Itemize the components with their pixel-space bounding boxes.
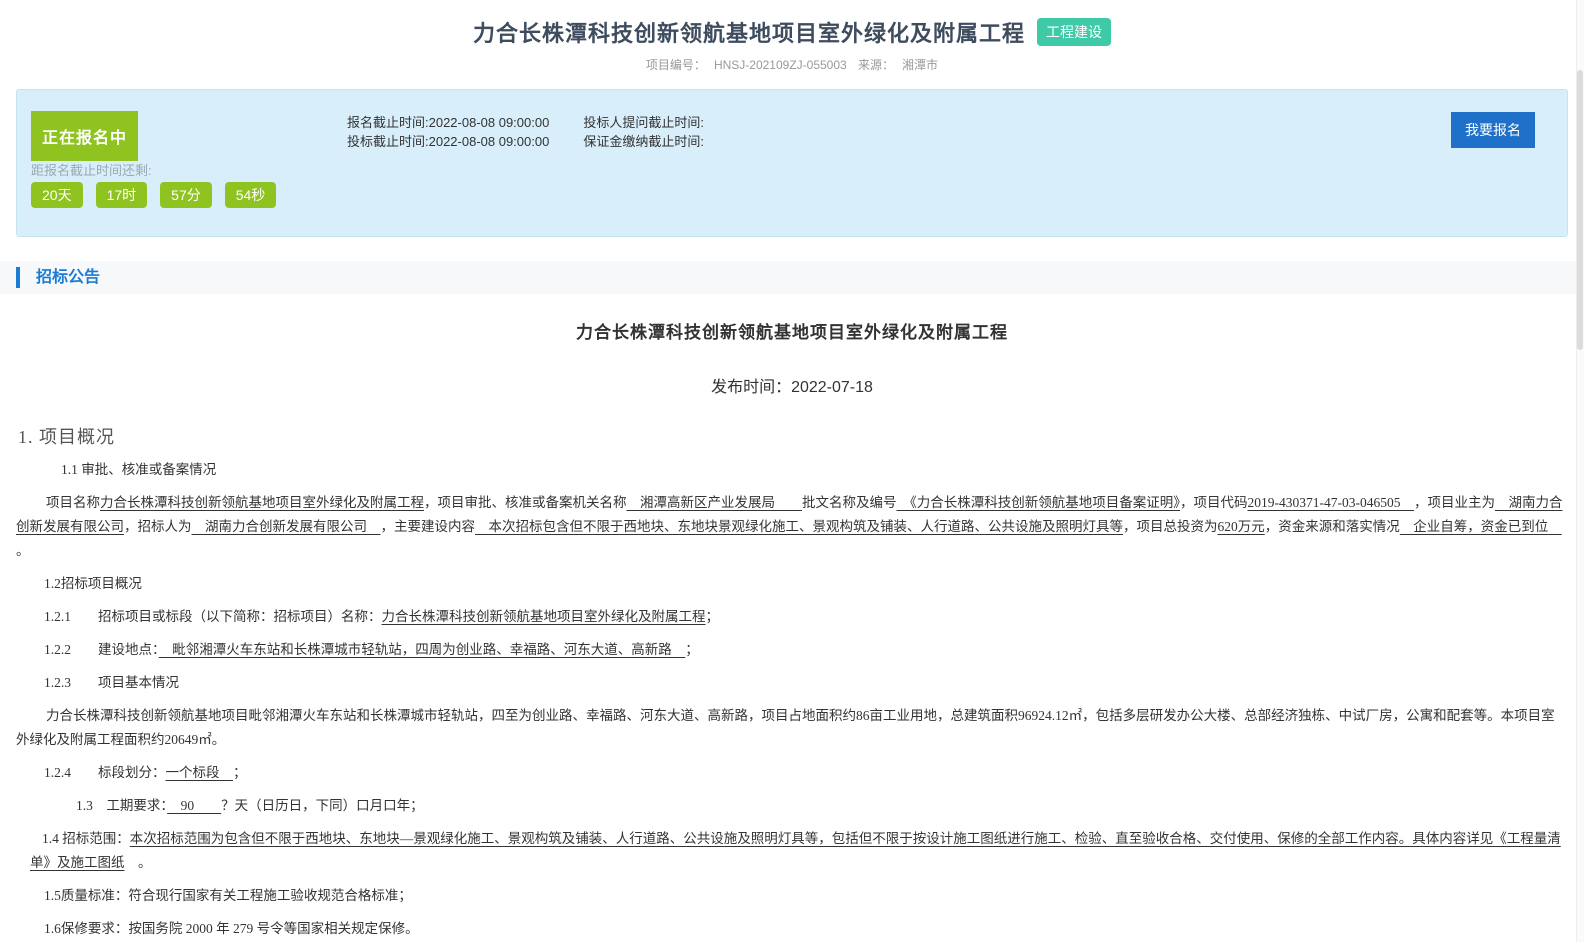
announcement-article: 力合长株潭科技创新领航基地项目室外绿化及附属工程 发布时间：2022-07-18… [0, 318, 1584, 942]
status-badge: 正在报名中 [31, 111, 138, 161]
source-label: 来源： [858, 58, 894, 72]
page-header: 力合长株潭科技创新领航基地项目室外绿化及附属工程工程建设 项目编号： HNSJ-2… [0, 0, 1584, 73]
article-paragraph: 1.2.2 建设地点： 毗邻湘潭火车东站和长株潭城市轻轨站，四周为创业路、幸福路… [16, 638, 1568, 662]
deadline-column: 报名截止时间:2022-08-08 09:00:00投标截止时间:2022-08… [347, 113, 549, 151]
article-paragraph: 1.2.3 项目基本情况 [16, 671, 1568, 695]
countdown-pill: 54秒 [225, 182, 277, 208]
page-title: 力合长株潭科技创新领航基地项目室外绿化及附属工程 [473, 16, 1025, 48]
article-paragraph: 1.4 招标范围：本次招标范围为包含但不限于西地块、东地块—景观绿化施工、景观构… [16, 827, 1568, 875]
countdown-pill: 17时 [96, 182, 148, 208]
article-paragraph: 1.3 工期要求： 90 ？天（日历日，下同）口月口年； [16, 794, 1568, 818]
article-paragraph: 1.1 审批、核准或备案情况 [16, 458, 1568, 482]
countdown-label: 距报名截止时间还剩: [31, 160, 152, 179]
article-heading: 1. 项目概况 [18, 423, 1568, 449]
section-title: 招标公告 [16, 267, 1584, 288]
page: 力合长株潭科技创新领航基地项目室外绿化及附属工程工程建设 项目编号：HNSJ-2… [0, 0, 1584, 942]
scrollbar-thumb[interactable] [1577, 70, 1583, 350]
article-paragraph: 1.2.4 标段划分：一个标段 ； [16, 761, 1568, 785]
section-header-bar: 招标公告 [0, 261, 1584, 294]
project-no-label: 项目编号： [646, 58, 706, 72]
article-title: 力合长株潭科技创新领航基地项目室外绿化及附属工程 [16, 318, 1568, 343]
source-value: 湘潭市 [902, 58, 938, 72]
deadline-item: 保证金缴纳截止时间: [583, 132, 704, 151]
countdown-pill: 20天 [31, 182, 83, 208]
article-paragraph: 1.6保修要求：按国务院 2000 年 279 号令等国家相关规定保修。 [16, 917, 1568, 941]
article-paragraph: 1.5质量标准：符合现行国家有关工程施工验收规范合格标准； [16, 884, 1568, 908]
article-paragraph: 1.2.1 招标项目或标段（以下简称：招标项目）名称：力合长株潭科技创新领航基地… [16, 605, 1568, 629]
countdown-pills: 20天 17时 57分 54秒 [31, 182, 276, 208]
deadline-item: 投标截止时间:2022-08-08 09:00:00 [347, 132, 549, 151]
apply-button[interactable]: 我要报名 [1451, 112, 1535, 148]
project-no-value: HNSJ-202109ZJ-055003 [714, 58, 847, 72]
status-banner: 正在报名中 距报名截止时间还剩: 20天 17时 57分 54秒 报名截止时间:202… [16, 89, 1568, 237]
deadline-item: 投标人提问截止时间: [583, 113, 704, 132]
countdown-pill: 57分 [160, 182, 212, 208]
publish-date-line: 发布时间：2022-07-18 [16, 373, 1568, 397]
category-badge: 工程建设 [1037, 18, 1111, 46]
article-body: 1. 项目概况 1.1 审批、核准或备案情况项目名称力合长株潭科技创新领航基地项目… [16, 423, 1568, 942]
deadline-item: 报名截止时间:2022-08-08 09:00:00 [347, 113, 549, 132]
article-paragraph: 1.2招标项目概况 [16, 572, 1568, 596]
article-paragraph: 力合长株潭科技创新领航基地项目毗邻湘潭火车东站和长株潭城市轻轨站，四至为创业路、… [16, 704, 1568, 752]
publish-label: 发布时间： [711, 379, 791, 396]
vertical-scrollbar[interactable] [1576, 0, 1584, 942]
deadline-column: 投标人提问截止时间:保证金缴纳截止时间: [583, 113, 704, 151]
deadline-block: 报名截止时间:2022-08-08 09:00:00投标截止时间:2022-08… [347, 113, 704, 151]
article-paragraph: 项目名称力合长株潭科技创新领航基地项目室外绿化及附属工程，项目审批、核准或备案机… [16, 491, 1568, 563]
publish-date: 2022-07-18 [791, 379, 873, 396]
project-meta: 项目编号： HNSJ-202109ZJ-055003 来源： 湘潭市 [0, 56, 1584, 73]
